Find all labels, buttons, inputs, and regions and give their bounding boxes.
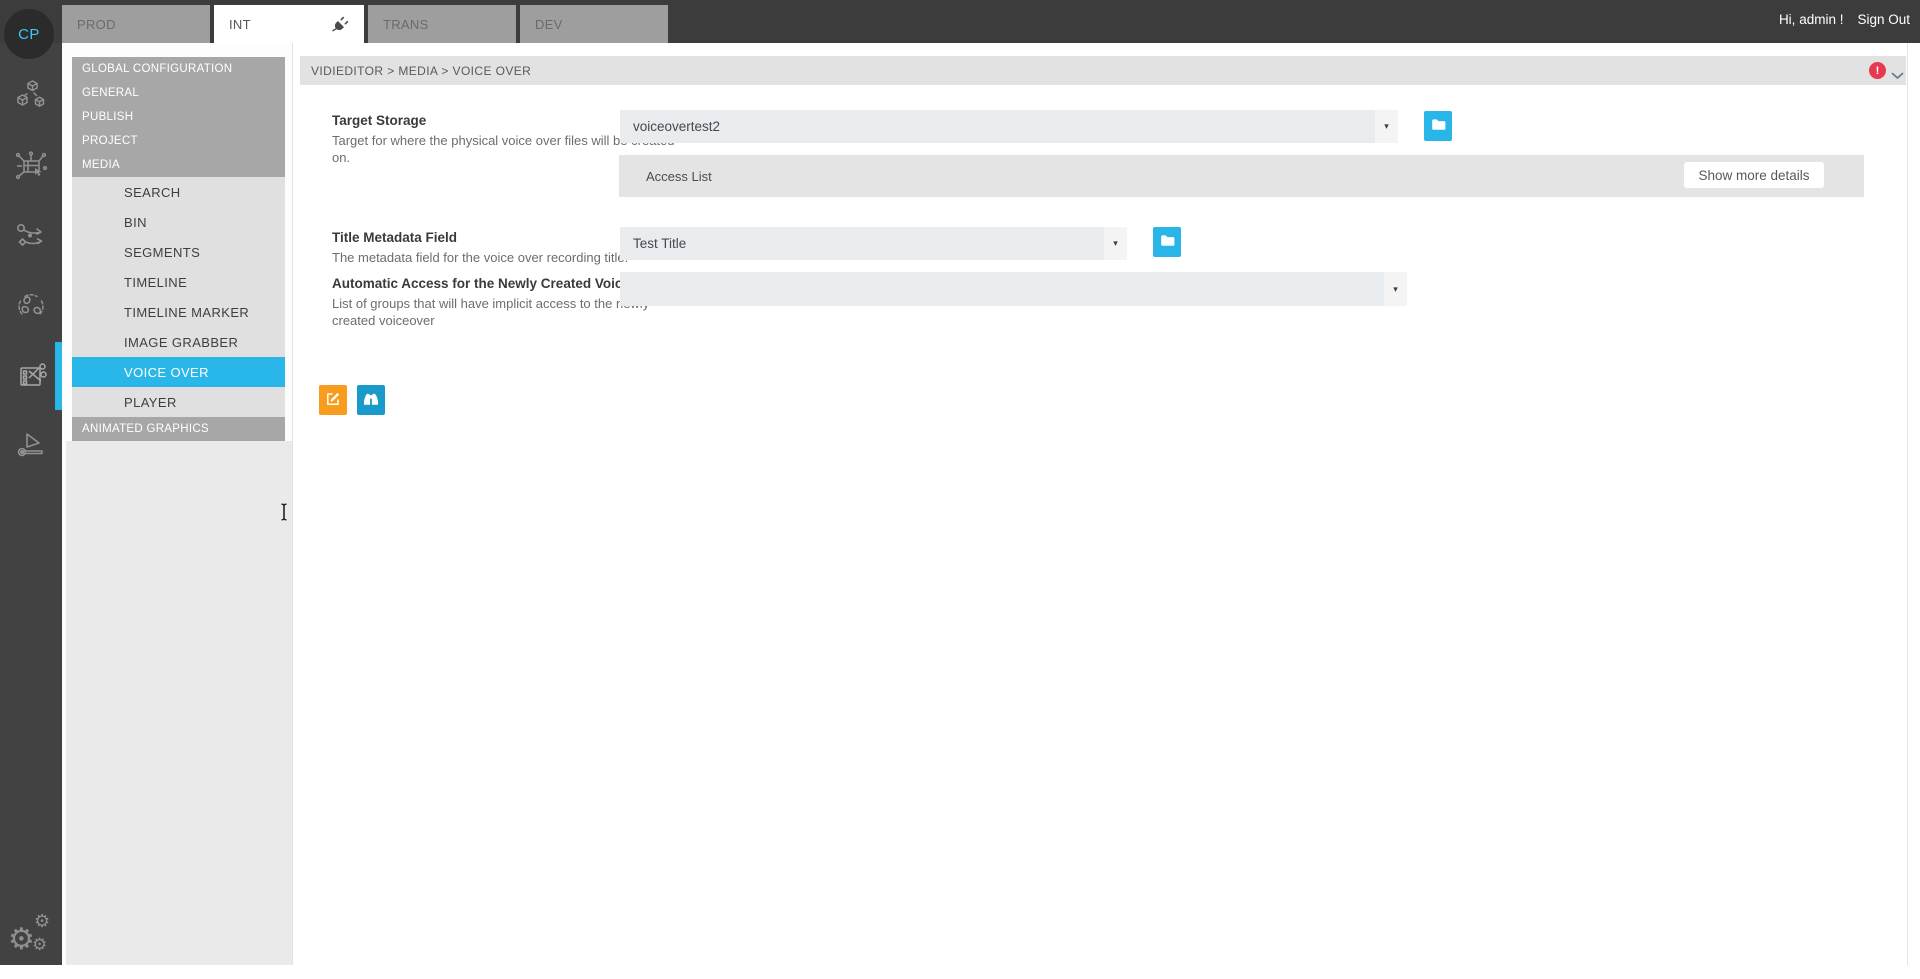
nav-item-publish[interactable]: PUBLISH: [72, 105, 285, 129]
nav-item-player[interactable]: PLAYER: [72, 387, 285, 417]
sign-out-link[interactable]: Sign Out: [1857, 12, 1910, 27]
title-metadata-browse-button[interactable]: [1153, 227, 1181, 257]
nav-item-segments[interactable]: SEGMENTS: [72, 237, 285, 267]
config-menu: GLOBAL CONFIGURATION GENERAL PUBLISH PRO…: [72, 57, 285, 441]
chevron-down-icon[interactable]: [1891, 67, 1904, 85]
dropdown-arrow-icon: ▾: [1104, 227, 1127, 260]
tab-label: DEV: [535, 17, 563, 32]
title-metadata-dropdown[interactable]: Test Title ▾: [620, 227, 1127, 260]
plug-icon: [332, 16, 349, 33]
tab-prod[interactable]: PROD: [62, 5, 210, 43]
target-storage-value: voiceovertest2: [633, 110, 720, 143]
show-more-details-button[interactable]: Show more details: [1684, 162, 1824, 188]
publish-player-icon[interactable]: [13, 424, 49, 460]
text-cursor: [279, 503, 289, 521]
target-storage-dropdown[interactable]: voiceovertest2 ▾: [620, 110, 1398, 143]
nav-item-timeline[interactable]: TIMELINE: [72, 267, 285, 297]
nav-item-timeline-marker[interactable]: TIMELINE MARKER: [72, 297, 285, 327]
avatar[interactable]: CP: [4, 9, 54, 59]
tab-dev[interactable]: DEV: [520, 5, 668, 43]
nav-item-search[interactable]: SEARCH: [72, 177, 285, 207]
access-list-row: Access List Show more details: [619, 155, 1864, 197]
nav-item-general[interactable]: GENERAL: [72, 81, 285, 105]
app-root: PROD INT TRANS DEV Hi, admin ! Sign Out …: [0, 0, 1920, 979]
edit-pencil-icon: [325, 391, 341, 410]
edit-button[interactable]: [319, 385, 347, 415]
title-metadata-value: Test Title: [633, 227, 686, 260]
dropdown-arrow-icon: ▾: [1384, 272, 1407, 306]
user-greeting: Hi, admin !: [1779, 12, 1844, 27]
main-content: VIDIEDITOR > MEDIA > VOICE OVER ! Target…: [292, 43, 1908, 965]
access-list-label: Access List: [646, 155, 712, 197]
target-storage-browse-button[interactable]: [1424, 111, 1452, 141]
video-editor-icon[interactable]: [13, 357, 49, 393]
transcode-cycle-icon[interactable]: [13, 288, 49, 324]
nav-item-global-configuration[interactable]: GLOBAL CONFIGURATION: [72, 57, 285, 81]
settings-gears-icon[interactable]: ⚙ ⚙ ⚙: [6, 911, 58, 961]
nav-item-animated-graphics[interactable]: ANIMATED GRAPHICS: [72, 417, 285, 441]
nav-item-project[interactable]: PROJECT: [72, 129, 285, 153]
top-bar: PROD INT TRANS DEV Hi, admin ! Sign Out: [0, 0, 1920, 43]
breadcrumb-bar: VIDIEDITOR > MEDIA > VOICE OVER !: [300, 56, 1906, 85]
config-nav-panel: GLOBAL CONFIGURATION GENERAL PUBLISH PRO…: [62, 43, 292, 965]
icon-sidebar: ⚙ ⚙ ⚙: [0, 43, 62, 965]
tab-trans[interactable]: TRANS: [368, 5, 516, 43]
metadata-form-icon[interactable]: [13, 148, 49, 184]
folder-icon: [1160, 234, 1175, 250]
auto-access-label: Automatic Access for the Newly Created V…: [332, 276, 658, 291]
target-storage-label: Target Storage: [332, 113, 426, 128]
tab-label: INT: [229, 17, 251, 32]
folder-icon: [1431, 118, 1446, 134]
binoculars-icon: [363, 391, 379, 409]
search-binoculars-button[interactable]: [357, 385, 385, 415]
nav-panel-background: [66, 441, 292, 965]
nav-item-voice-over[interactable]: VOICE OVER: [72, 357, 285, 387]
breadcrumb: VIDIEDITOR > MEDIA > VOICE OVER: [311, 64, 531, 78]
auto-access-dropdown[interactable]: ▾: [620, 272, 1407, 306]
nav-item-image-grabber[interactable]: IMAGE GRABBER: [72, 327, 285, 357]
building-blocks-icon[interactable]: [13, 77, 49, 113]
tab-label: PROD: [77, 17, 116, 32]
nav-item-media[interactable]: MEDIA: [72, 153, 285, 177]
workflow-icon[interactable]: [13, 218, 49, 254]
nav-item-bin[interactable]: BIN: [72, 207, 285, 237]
title-metadata-label: Title Metadata Field: [332, 230, 457, 245]
dropdown-arrow-icon: ▾: [1375, 110, 1398, 143]
tab-label: TRANS: [383, 17, 429, 32]
alert-icon[interactable]: !: [1869, 62, 1886, 79]
tab-int[interactable]: INT: [214, 5, 364, 43]
active-section-indicator: [55, 342, 62, 410]
